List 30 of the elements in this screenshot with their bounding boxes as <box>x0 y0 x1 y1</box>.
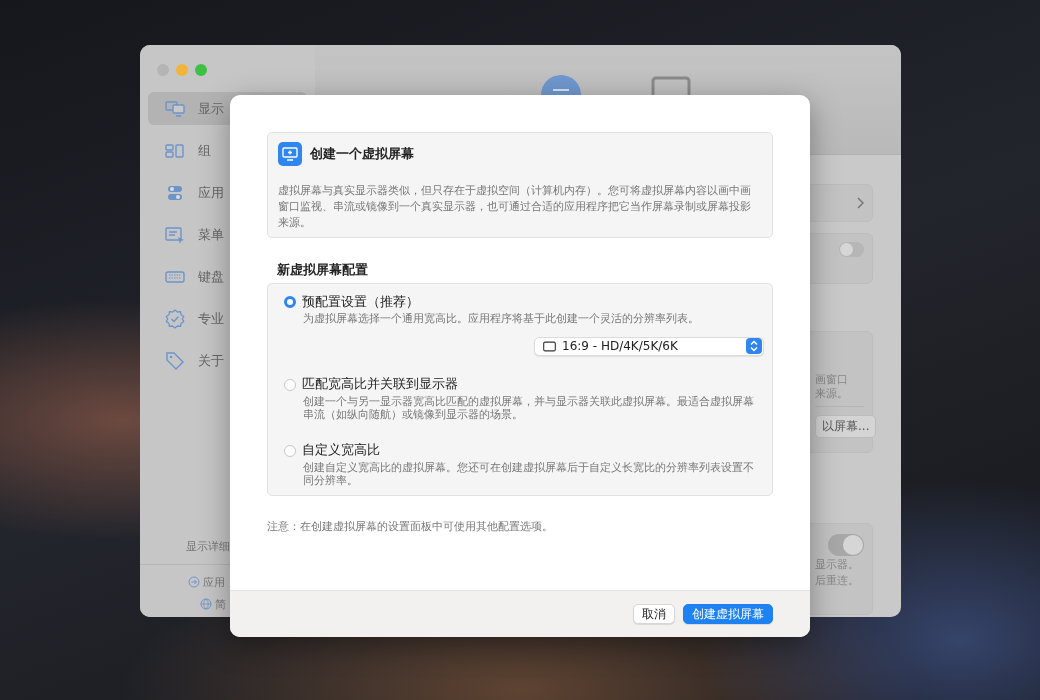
dialog-description: 虚拟屏幕与真实显示器类似，但只存在于虚拟空间（计算机内存）。您可将虚拟屏幕内容以画中画窗口监视、串流或镜像到一个真实显示器，也可通过合适的应用程序把它当作屏幕录制或屏幕投影来源。 <box>278 183 752 230</box>
toggle-switch[interactable] <box>839 242 864 257</box>
display-icon <box>543 340 556 352</box>
option-label: 匹配宽高比并关联到显示器 <box>302 376 458 393</box>
radio-button[interactable] <box>284 378 296 391</box>
stepper-icon <box>746 338 762 354</box>
section-title: 新虚拟屏幕配置 <box>277 261 369 279</box>
sidebar-footer-label: 显示详细 <box>185 539 231 554</box>
chevron-right-icon <box>856 197 864 209</box>
option-description: 为虚拟屏幕选择一个通用宽高比。应用程序将基于此创建一个灵活的分辨率列表。 <box>303 312 700 326</box>
toggle-switch[interactable] <box>828 534 864 556</box>
option-description: 创建一个与另一显示器宽高比匹配的虚拟屏幕，并与显示器关联此虚拟屏幕。最适合虚拟屏幕串流（如纵向随航）或镜像到显示器的场景。 <box>303 394 755 422</box>
dialog-title: 创建一个虚拟屏幕 <box>310 145 414 163</box>
monitor-plus-icon <box>278 142 302 166</box>
menu-cursor-icon <box>164 224 186 245</box>
note-text: 注意：在创建虚拟屏幕的设置面板中可使用其他配置选项。 <box>267 519 554 534</box>
option-label: 自定义宽高比 <box>302 442 380 459</box>
create-button[interactable]: 创建虚拟屏幕 <box>683 604 773 624</box>
option-description: 创建自定义宽高比的虚拟屏幕。您还可在创建虚拟屏幕后于自定义长宽比的分辨率列表设置不同分辨率。 <box>303 460 755 488</box>
arrow-circle-icon <box>188 576 200 588</box>
badge-check-icon <box>164 308 186 329</box>
cancel-button[interactable]: 取消 <box>633 604 675 624</box>
tag-icon <box>164 350 186 371</box>
aspect-ratio-dropdown[interactable]: 16:9 - HD/4K/5K/6K <box>534 336 764 356</box>
radio-button[interactable] <box>284 444 296 457</box>
option-label: 预配置设置（推荐） <box>302 293 419 311</box>
create-button[interactable]: 以屏幕... <box>815 415 877 438</box>
monitors-icon <box>164 98 186 119</box>
radio-button[interactable] <box>284 296 296 308</box>
globe-icon <box>200 598 212 610</box>
